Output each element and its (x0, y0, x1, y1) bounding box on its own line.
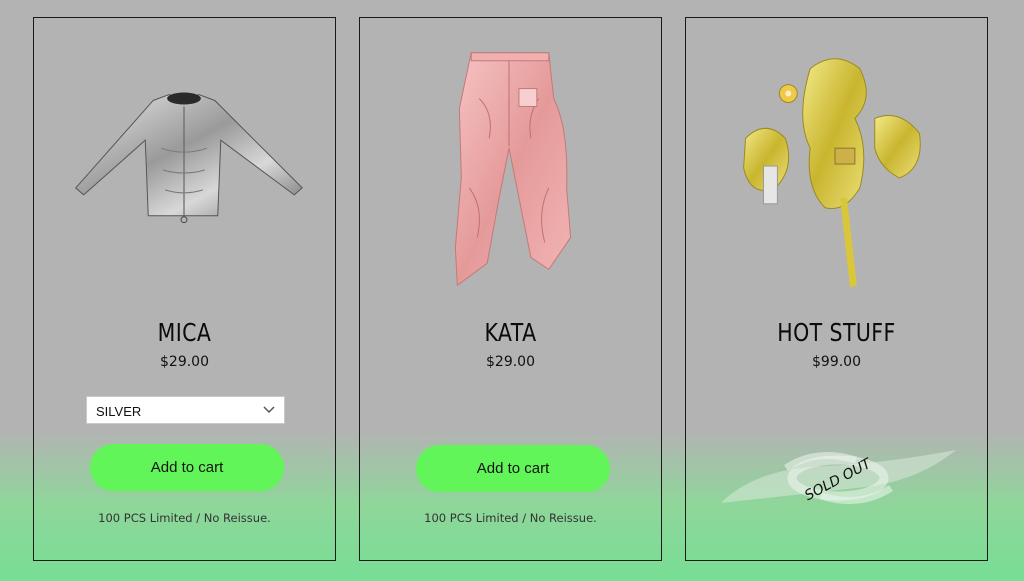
add-to-cart-button[interactable]: Add to cart (90, 444, 284, 491)
product-card-hot-stuff: HOT STUFF $99.00 SOLD OUT (685, 17, 988, 561)
product-name: KATA (484, 318, 537, 347)
silver-jacket-image[interactable] (34, 38, 335, 308)
product-price: $29.00 (486, 354, 535, 370)
gold-accessories-image[interactable] (686, 38, 987, 308)
chevron-down-icon (263, 406, 275, 414)
product-name: MICA (157, 318, 212, 347)
limited-note: 100 PCS Limited / No Reissue. (98, 511, 271, 525)
product-card-mica: MICA $29.00 SILVER Add to cart 100 PCS L… (33, 17, 336, 561)
variant-select-value: SILVER (96, 404, 142, 419)
limited-note: 100 PCS Limited / No Reissue. (424, 511, 597, 525)
product-card-kata: KATA $29.00 Add to cart 100 PCS Limited … (359, 17, 662, 561)
product-price: $99.00 (812, 354, 861, 370)
pink-pants-image[interactable] (360, 38, 661, 308)
product-price: $29.00 (160, 354, 209, 370)
add-to-cart-button[interactable]: Add to cart (416, 445, 610, 492)
variant-select[interactable]: SILVER (86, 396, 285, 424)
sold-out-badge: SOLD OUT (721, 450, 956, 504)
product-name: HOT STUFF (777, 318, 896, 347)
